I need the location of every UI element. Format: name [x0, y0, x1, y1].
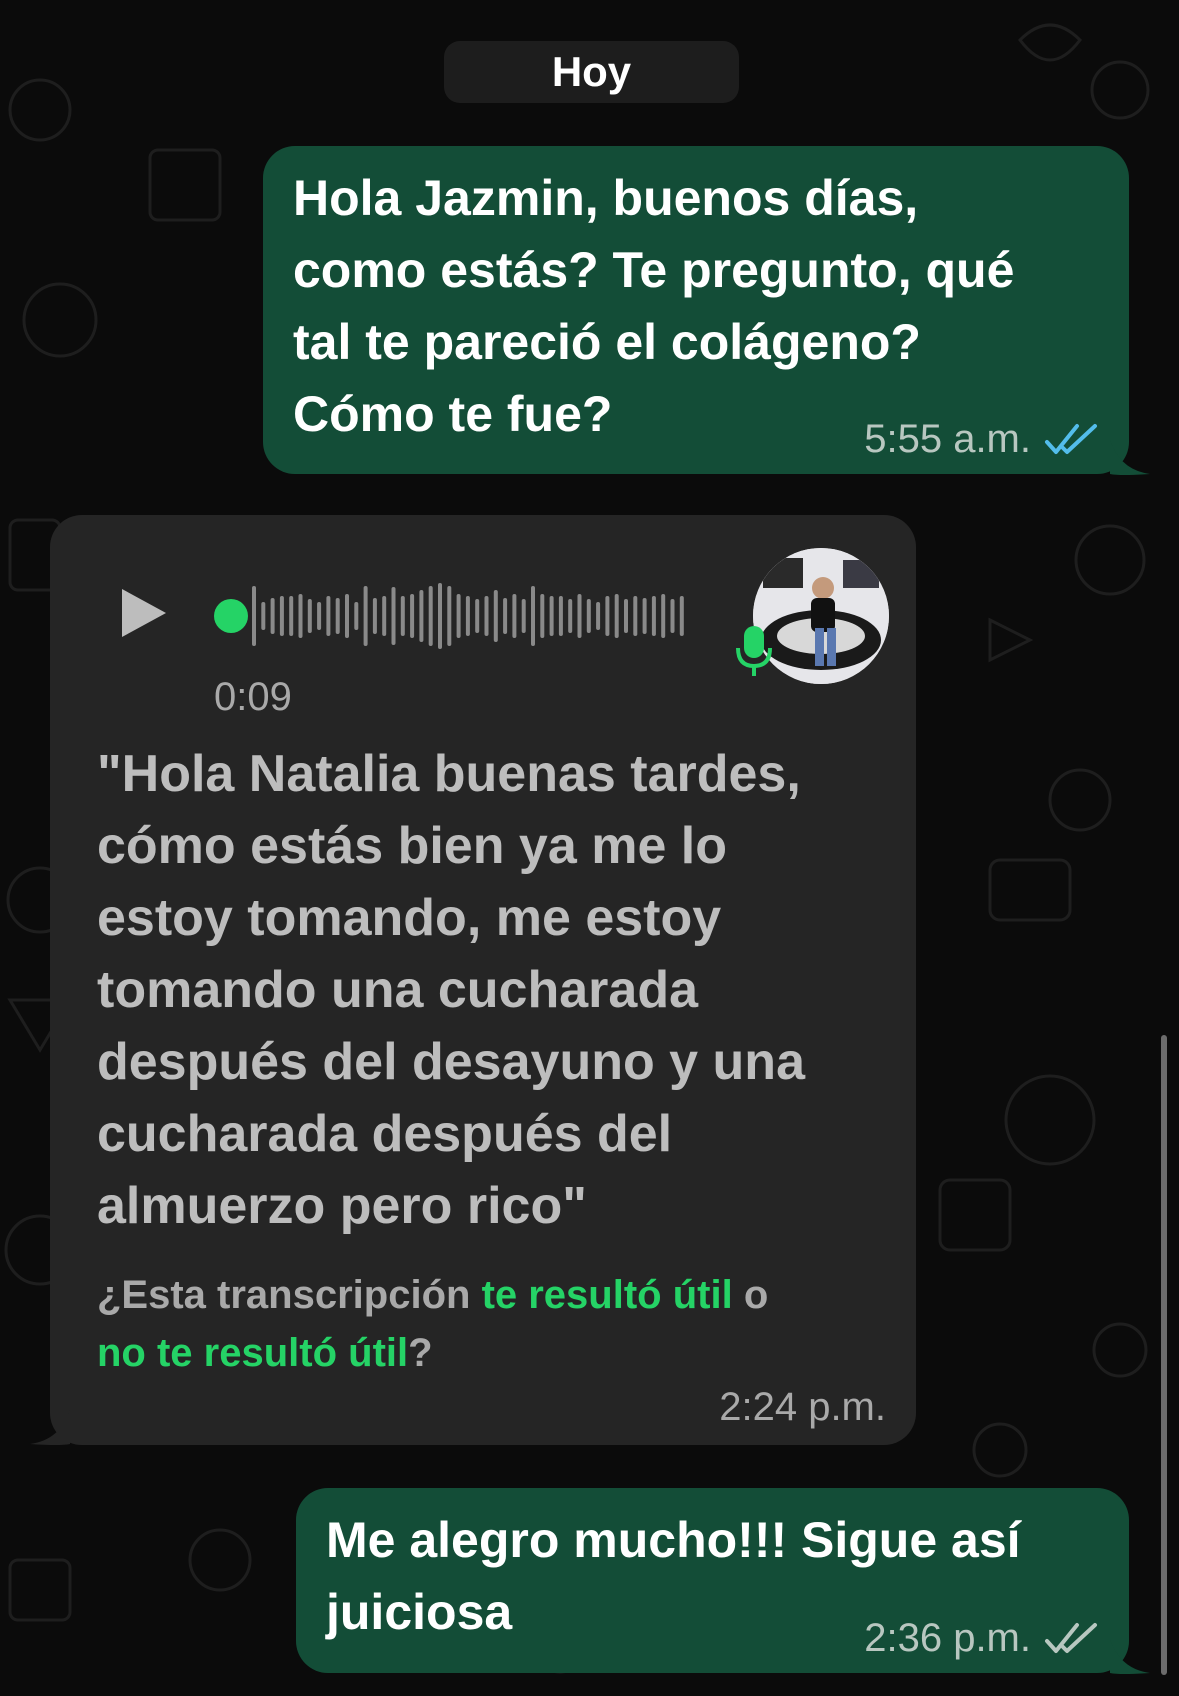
waveform-bar	[679, 596, 684, 636]
waveform-bar	[465, 596, 470, 636]
feedback-prefix: ¿Esta transcripción	[97, 1273, 482, 1317]
waveform-bar	[503, 598, 508, 634]
waveform-bar	[372, 598, 377, 634]
waveform-bar	[651, 596, 656, 636]
microphone-icon	[736, 626, 772, 676]
waveform-bar	[289, 596, 294, 636]
not-useful-link[interactable]: no te resultó útil	[97, 1331, 408, 1375]
bubble-tail	[1110, 1639, 1150, 1674]
waveform-bar	[670, 599, 675, 633]
waveform-bar	[447, 586, 452, 646]
waveform-bar	[354, 602, 359, 630]
bubble-tail	[30, 1410, 70, 1445]
waveform-bar	[484, 596, 489, 636]
message-line: como estás? Te pregunto, qué	[293, 242, 1015, 298]
waveform-bar	[456, 594, 461, 638]
waveform-bar	[661, 594, 666, 638]
message-time: 2:36 p.m.	[864, 1616, 1031, 1660]
waveform-bar	[633, 596, 638, 636]
waveform-bar	[614, 594, 619, 638]
transcript-line: almuerzo pero rico"	[97, 1177, 587, 1235]
waveform-bar	[577, 594, 582, 638]
waveform-bar	[624, 599, 628, 633]
waveform-bar	[345, 594, 349, 638]
transcript-line: estoy tomando, me estoy	[97, 889, 722, 947]
message-meta: 5:55 a.m.	[864, 417, 1099, 462]
message-line: tal te pareció el colágeno?	[293, 314, 921, 370]
waveform-bar	[382, 596, 387, 636]
waveform-bar	[419, 590, 424, 642]
transcript-line: cucharada después del	[97, 1105, 673, 1163]
waveform-bar	[335, 598, 340, 634]
waveform-bar	[549, 596, 554, 636]
waveform-bar	[512, 594, 517, 638]
waveform-bar	[252, 586, 256, 646]
waveform-bar	[410, 594, 415, 638]
outgoing-message-bubble[interactable]: Hola Jazmin, buenos días, como estás? Te…	[263, 146, 1129, 474]
message-meta: 2:24 p.m.	[719, 1385, 886, 1430]
feedback-suffix: ?	[408, 1331, 433, 1375]
waveform-bar	[326, 596, 331, 636]
waveform-bar	[558, 596, 563, 636]
transcript-line: cómo estás bien ya me lo	[97, 817, 728, 875]
double-check-icon	[1045, 1622, 1097, 1653]
waveform-bar	[261, 602, 266, 630]
message-meta: 2:36 p.m.	[864, 1616, 1099, 1661]
transcript-line: "Hola Natalia buenas tardes,	[97, 745, 801, 803]
waveform-bar	[428, 586, 433, 646]
waveform-bar	[279, 596, 284, 636]
waveform-bar	[391, 587, 396, 645]
transcript-line: tomando una cucharada	[97, 961, 698, 1019]
waveform-bar	[540, 594, 545, 638]
waveform-bar	[605, 596, 610, 636]
voice-duration: 0:09	[214, 675, 292, 719]
message-line: Hola Jazmin, buenos días,	[293, 170, 919, 226]
waveform-bar	[568, 599, 573, 633]
playback-position-dot[interactable]	[214, 599, 248, 633]
waveform-bar	[475, 599, 480, 633]
bubble-tail	[1110, 440, 1150, 475]
feedback-or: o	[732, 1273, 769, 1317]
waveform-bar	[642, 598, 647, 634]
transcript-line: después del desayuno y una	[97, 1033, 805, 1091]
waveform-bar	[586, 599, 591, 633]
date-chip: Hoy	[444, 41, 739, 103]
outgoing-message-bubble[interactable]: Me alegro mucho!!! Sigue así juiciosa 2:…	[296, 1488, 1129, 1673]
waveform-bar	[596, 602, 601, 630]
waveform-bar	[307, 599, 312, 633]
waveform-bar	[363, 586, 368, 646]
waveform-bar	[493, 590, 498, 642]
message-time: 2:24 p.m.	[719, 1385, 886, 1429]
audio-waveform[interactable]	[214, 582, 694, 650]
transcription-feedback: ¿Esta transcripción te resultó útil o no …	[97, 1266, 877, 1382]
double-check-icon	[1045, 423, 1097, 454]
waveform-bar	[298, 594, 303, 638]
useful-link[interactable]: te resultó útil	[482, 1273, 733, 1317]
waveform-bar	[531, 586, 535, 646]
waveform-bar	[521, 599, 526, 633]
message-line: Me alegro mucho!!! Sigue así	[326, 1512, 1021, 1568]
waveform-bar	[270, 598, 275, 634]
scrollbar[interactable]	[1161, 1035, 1167, 1675]
message-time: 5:55 a.m.	[864, 417, 1031, 461]
play-icon[interactable]	[118, 585, 170, 641]
waveform-bar	[317, 602, 322, 630]
waveform-bar	[400, 596, 405, 636]
waveform-bar	[438, 583, 442, 649]
voice-transcript: "Hola Natalia buenas tardes, cómo estás …	[97, 738, 877, 1242]
message-text: Hola Jazmin, buenos días, como estás? Te…	[293, 162, 1103, 450]
